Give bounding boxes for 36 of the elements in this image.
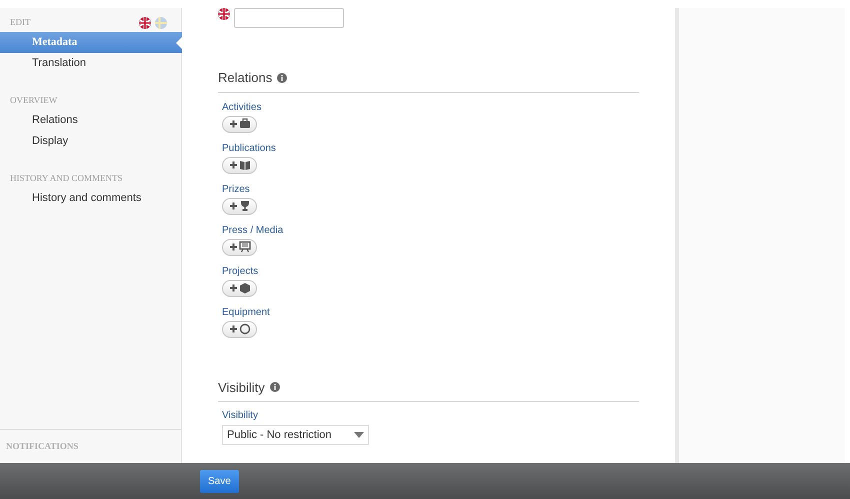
section-title: Relations (218, 69, 272, 87)
caret-icon (354, 432, 364, 438)
save-button[interactable]: Save (200, 470, 239, 492)
field-label: Visibility (222, 409, 258, 423)
section-heading: HISTORY AND COMMENTS (10, 172, 123, 186)
section-heading: EDIT (10, 16, 30, 30)
sidebar-item[interactable]: Translation (0, 53, 181, 74)
field-label: Publications (222, 142, 276, 156)
section-heading: NOTIFICATIONS (6, 440, 78, 453)
flag-icon[interactable] (139, 17, 151, 29)
add-easel-icon (228, 241, 250, 253)
add-relation-button[interactable] (222, 238, 257, 256)
add-cube-icon (228, 282, 250, 294)
field-label: Equipment (222, 306, 270, 320)
field-label: Prizes (222, 182, 250, 196)
info-icon[interactable] (270, 382, 280, 392)
add-trophy-icon (228, 200, 250, 212)
visibility-dropdown[interactable]: Public - No restriction (222, 425, 369, 445)
add-relation-button[interactable] (222, 156, 257, 174)
text-field[interactable] (234, 8, 344, 28)
sidebar-item[interactable]: Relations (0, 110, 181, 131)
add-relation-button[interactable] (222, 320, 257, 338)
section-title: Visibility (218, 378, 265, 397)
field-label: Press / Media (222, 224, 284, 238)
add-circle-icon (228, 323, 250, 335)
field-label: Projects (222, 264, 258, 278)
section-heading: OVERVIEW (10, 94, 58, 108)
field-label: Activities (222, 100, 262, 114)
add-briefcase-icon (228, 118, 250, 130)
info-icon[interactable] (277, 72, 288, 83)
add-book-icon (228, 159, 250, 171)
add-relation-button[interactable] (222, 280, 257, 296)
add-relation-button[interactable] (222, 116, 257, 132)
sidebar-item[interactable]: History and comments (0, 188, 181, 209)
sidebar-item[interactable]: Display (0, 131, 181, 152)
add-relation-button[interactable] (222, 198, 257, 214)
